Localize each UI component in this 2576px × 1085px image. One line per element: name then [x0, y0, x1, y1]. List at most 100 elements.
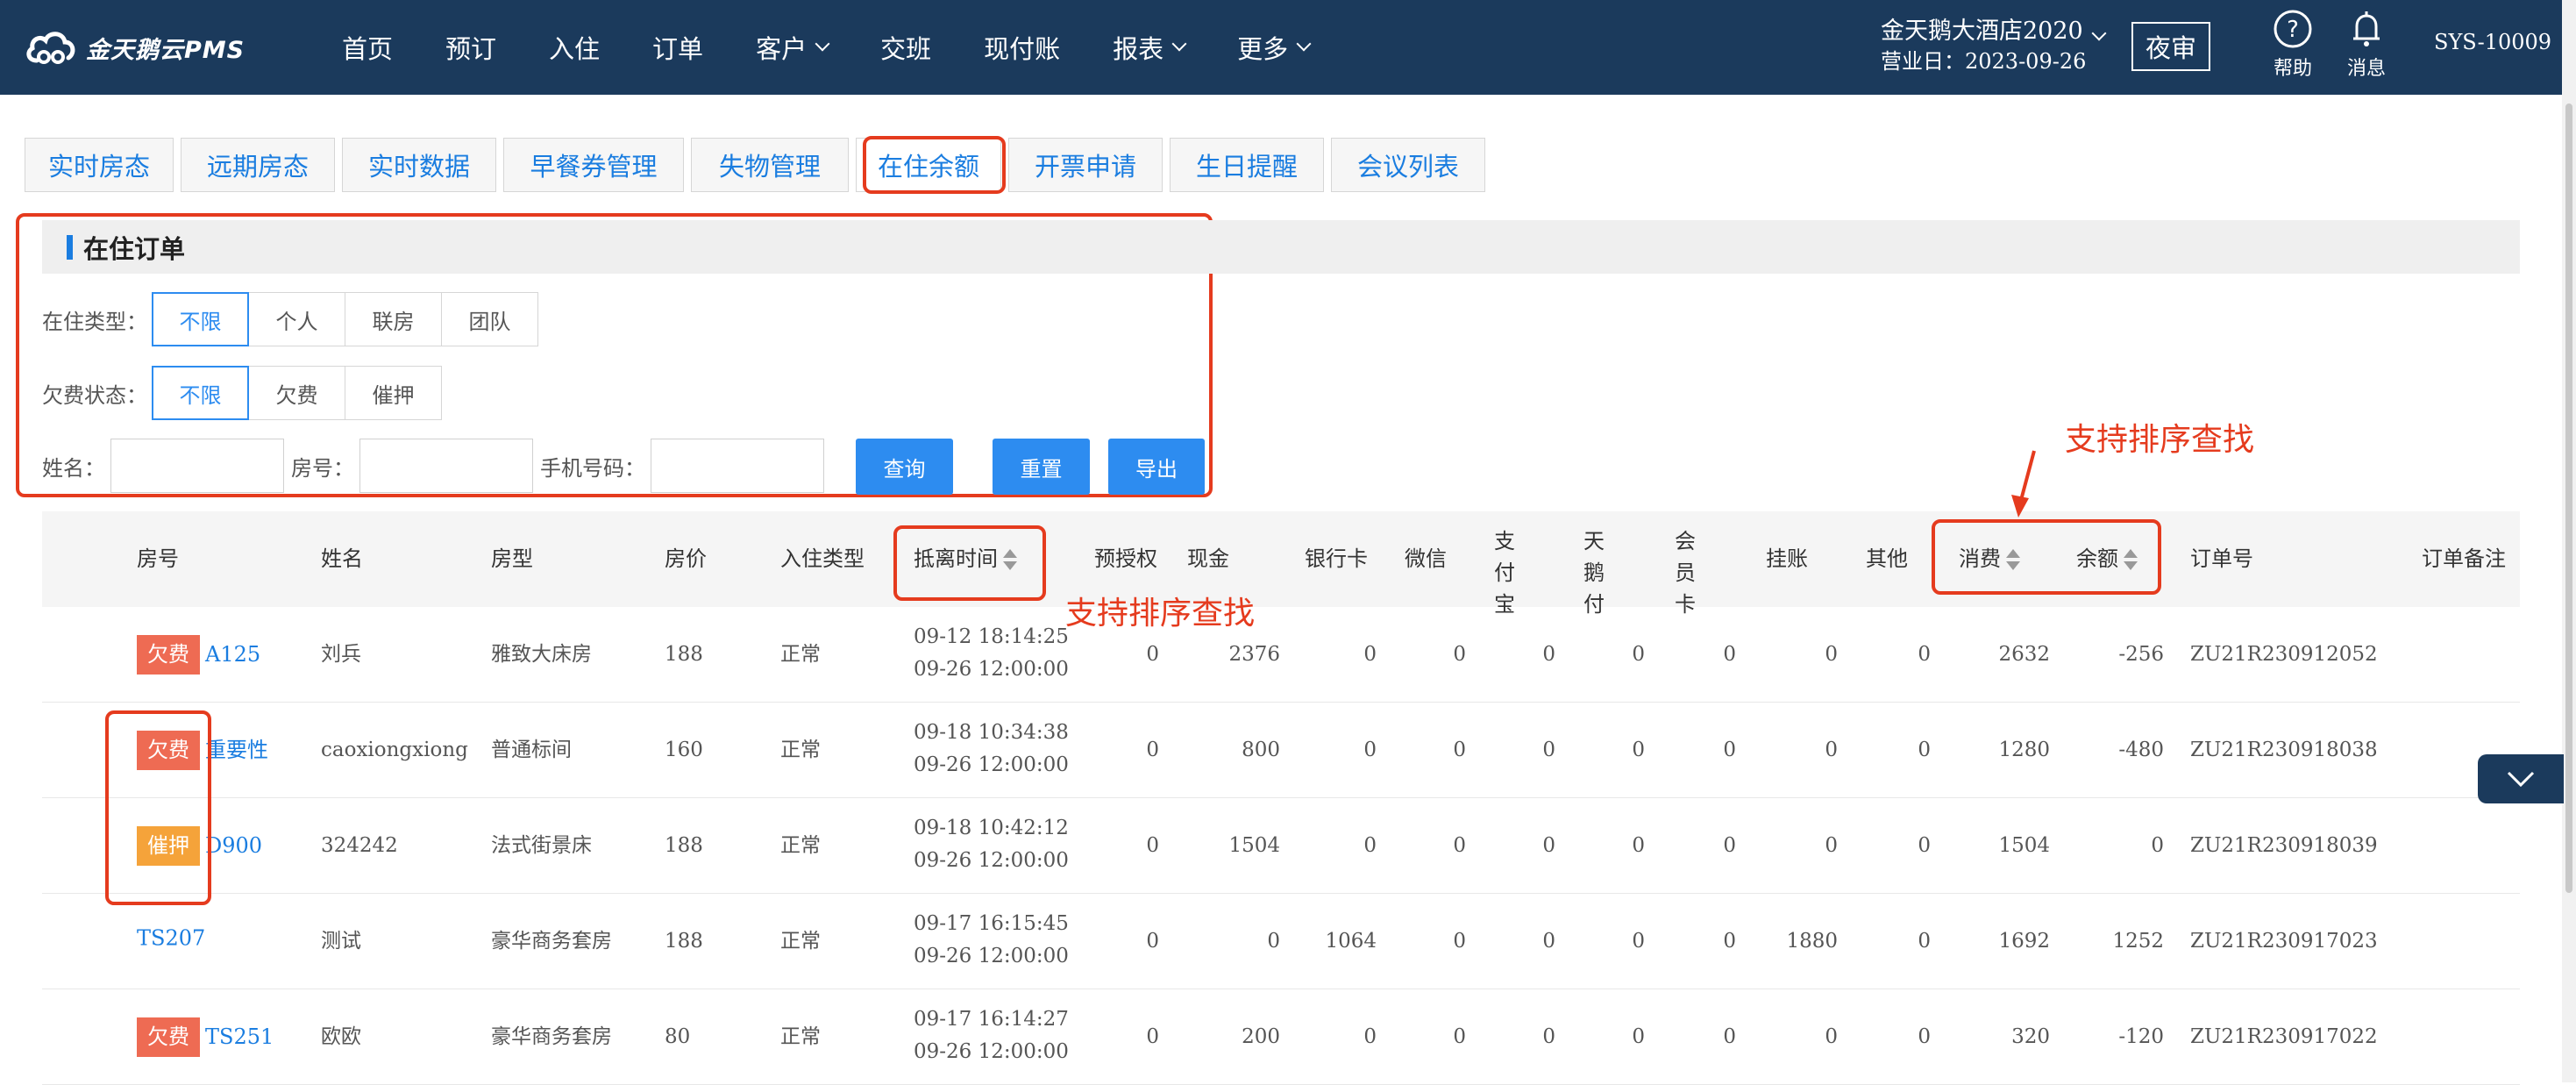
collapse-button[interactable] [2478, 754, 2564, 803]
title-accent-bar [67, 234, 73, 260]
reset-button[interactable]: 重置 [993, 439, 1090, 495]
tab-5[interactable]: 在住余额 [856, 138, 1001, 192]
column-header-16[interactable]: 余额 [2076, 543, 2138, 575]
credit-cell: 1880 [1786, 930, 1838, 953]
room-input[interactable] [359, 439, 533, 493]
price-cell: 188 [665, 643, 703, 666]
hotel-info[interactable]: 金天鹅大酒店2020 营业日：2023-09-26 [1881, 16, 2107, 75]
tab-4[interactable]: 失物管理 [691, 138, 849, 192]
room-link[interactable]: A125 [205, 642, 260, 667]
sort-icon[interactable] [2124, 548, 2138, 572]
preauth-cell: 0 [1146, 930, 1159, 953]
stay-type-cell: 正常 [780, 739, 821, 761]
nav-item-6[interactable]: 现付账 [957, 29, 1086, 66]
stay-type-options-3[interactable]: 团队 [441, 292, 538, 346]
arrive-time: 09-17 16:14:27 [914, 1008, 1069, 1031]
stay-type-options-1[interactable]: 个人 [248, 292, 345, 346]
column-header-label: 姓名 [321, 546, 363, 571]
export-button[interactable]: 导出 [1108, 439, 1205, 495]
column-header-label: 挂账 [1766, 546, 1808, 571]
room-link[interactable]: D900 [205, 833, 262, 858]
tab-0[interactable]: 实时房态 [25, 138, 174, 192]
swanpay-cell: 0 [1632, 930, 1645, 953]
query-button[interactable]: 查询 [856, 439, 953, 495]
column-header-11: 天鹅付 [1583, 525, 1619, 620]
tab-2[interactable]: 实时数据 [342, 138, 496, 192]
cash-cell: 800 [1242, 739, 1280, 761]
arrears-options-1[interactable]: 欠费 [248, 366, 345, 420]
nav-item-7[interactable]: 报表 [1086, 29, 1211, 66]
nav-item-0[interactable]: 首页 [316, 29, 419, 66]
preauth-cell: 0 [1146, 643, 1159, 666]
table-row[interactable]: 欠费 TS251 欧欧 豪华商务套房 80 正常 09-17 16:14:27 09-26 1… [42, 989, 2520, 1085]
column-header-label: 房型 [491, 546, 533, 571]
balance-cell: -256 [2118, 643, 2164, 666]
filter-panel-header: 在住订单 [42, 220, 2520, 274]
logo[interactable]: 金天鹅云PMS [25, 25, 245, 70]
column-header-5[interactable]: 抵离时间 [914, 543, 1017, 575]
column-header-label: 其他 [1866, 546, 1908, 571]
room-link[interactable]: TS251 [205, 1024, 274, 1049]
swanpay-cell: 0 [1632, 643, 1645, 666]
name-input[interactable] [110, 439, 284, 493]
stay-time-cell: 09-17 16:15:45 09-26 12:00:00 [914, 908, 1069, 973]
stay-type-options-2[interactable]: 联房 [345, 292, 442, 346]
night-audit-button[interactable]: 夜审 [2131, 22, 2210, 71]
column-header-17: 订单号 [2190, 543, 2253, 575]
room-cell: 催押 D900 [137, 826, 262, 866]
table-row[interactable]: TS207 测试 豪华商务套房 188 正常 09-17 16:15:45 09-26 12… [42, 894, 2520, 989]
column-header-3: 房价 [665, 543, 707, 575]
tab-6[interactable]: 开票申请 [1008, 138, 1163, 192]
message-button[interactable]: 消息 [2346, 9, 2387, 81]
table-row[interactable]: 欠费 重要性 caoxiongxiong 普通标间 160 正常 09-18 10:34:3… [42, 703, 2520, 798]
tab-7[interactable]: 生日提醒 [1170, 138, 1324, 192]
chevron-down-icon [1296, 36, 1312, 52]
order-number-cell: ZU21R230918039 [2190, 834, 2378, 857]
price-cell: 188 [665, 834, 703, 857]
user-menu[interactable]: SYS-10009 [2434, 30, 2551, 54]
consume-cell: 2632 [1998, 643, 2050, 666]
order-number-cell: ZU21R230918038 [2190, 739, 2378, 761]
nav-item-1[interactable]: 预订 [419, 29, 523, 66]
tab-8[interactable]: 会议列表 [1331, 138, 1485, 192]
preauth-cell: 0 [1146, 834, 1159, 857]
member-cell: 0 [1723, 643, 1736, 666]
tab-3[interactable]: 早餐券管理 [503, 138, 684, 192]
name-cell: 欧欧 [321, 1025, 361, 1048]
name-label: 姓名： [42, 455, 105, 481]
annotation-arrow-icon [2011, 450, 2036, 518]
nav-item-2[interactable]: 入住 [523, 29, 626, 66]
nav-label: 预订 [445, 34, 497, 64]
stay-type-options-0[interactable]: 不限 [152, 292, 249, 346]
column-header-10: 支付宝 [1494, 525, 1529, 620]
nav-item-4[interactable]: 客户 [729, 29, 854, 66]
nav-item-5[interactable]: 交班 [854, 29, 957, 66]
order-number-cell: ZU21R230917022 [2190, 1025, 2378, 1048]
room-link[interactable]: 重要性 [205, 738, 268, 762]
column-header-18: 订单备注 [2422, 543, 2506, 575]
sort-icon[interactable] [2006, 548, 2020, 572]
phone-input[interactable] [651, 439, 824, 493]
arrears-options-0[interactable]: 不限 [152, 366, 249, 420]
arrive-time: 09-18 10:34:38 [914, 721, 1069, 744]
help-button[interactable]: ? 帮助 [2273, 9, 2313, 81]
column-header-label: 入住类型 [780, 546, 865, 571]
sort-icon[interactable] [1003, 548, 1017, 572]
table-row[interactable]: 欠费 A125 刘兵 雅致大床房 188 正常 09-12 18:14:25 09-26 12… [42, 607, 2520, 703]
nav-label: 现付账 [984, 34, 1061, 64]
table-row[interactable]: 催押 D900 324242 法式街景床 188 正常 09-18 10:42:12 09-2… [42, 798, 2520, 894]
credit-cell: 0 [1825, 834, 1838, 857]
price-cell: 160 [665, 739, 703, 761]
column-header-15[interactable]: 消费 [1959, 543, 2020, 575]
arrears-options-2[interactable]: 催押 [345, 366, 442, 420]
other-cell: 0 [1918, 834, 1931, 857]
room-link[interactable]: TS207 [137, 926, 205, 951]
scrollbar-thumb[interactable] [2565, 104, 2572, 893]
chevron-down-icon [1171, 36, 1187, 52]
name-cell: 测试 [321, 930, 361, 953]
arrive-time: 09-12 18:14:25 [914, 625, 1069, 648]
nav-item-8[interactable]: 更多 [1211, 29, 1335, 66]
tab-1[interactable]: 远期房态 [181, 138, 335, 192]
nav-item-3[interactable]: 订单 [626, 29, 729, 66]
credit-cell: 0 [1825, 1025, 1838, 1048]
